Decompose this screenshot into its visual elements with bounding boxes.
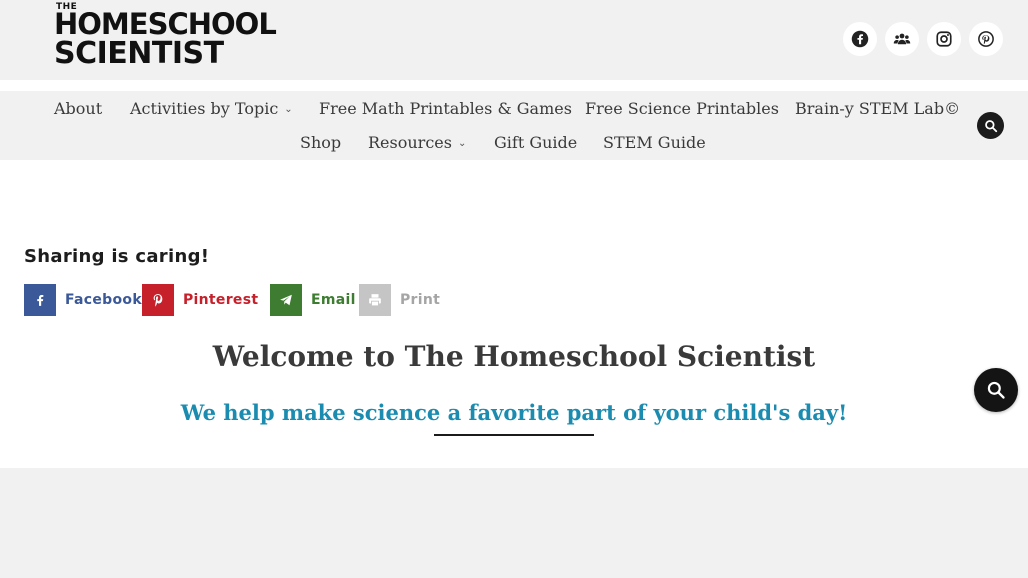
nav-item-free-math-printables[interactable]: Free Math Printables & Games <box>319 99 572 118</box>
share-pinterest-button[interactable]: Pinterest <box>142 284 258 316</box>
nav-item-about[interactable]: About <box>54 99 102 118</box>
chevron-down-icon: ⌄ <box>457 138 467 149</box>
nav-item-resources[interactable]: Resources ⌄ <box>368 133 466 152</box>
share-label: Facebook <box>65 292 142 308</box>
search-icon <box>987 381 1005 399</box>
email-icon <box>270 284 302 316</box>
logo-line-2: SCIENTIST <box>54 36 224 71</box>
pinterest-icon <box>978 31 994 47</box>
page-title: Welcome to The Homeschool Scientist <box>212 340 816 373</box>
share-label: Pinterest <box>183 292 259 308</box>
facebook-icon <box>851 30 869 48</box>
header-divider <box>0 80 1028 91</box>
share-email-button[interactable]: Email <box>270 284 356 316</box>
chevron-down-icon: ⌄ <box>284 104 293 115</box>
facebook-group-social-link[interactable] <box>885 22 919 56</box>
print-icon <box>359 284 391 316</box>
nav-item-label: Activities by Topic <box>130 99 279 118</box>
main-navigation: About Activities by Topic ⌄ Free Math Pri… <box>0 91 1028 160</box>
nav-item-gift-guide[interactable]: Gift Guide <box>494 133 577 152</box>
nav-item-free-science-printables[interactable]: Free Science Printables <box>585 99 779 118</box>
share-facebook-button[interactable]: Facebook <box>24 284 142 316</box>
floating-search-button[interactable] <box>974 368 1018 412</box>
content-band <box>0 468 1028 578</box>
share-label: Print <box>400 292 441 308</box>
share-heading: Sharing is caring! <box>24 246 210 267</box>
search-button[interactable] <box>977 112 1004 139</box>
nav-item-label: Resources <box>368 133 452 152</box>
facebook-icon <box>24 284 56 316</box>
facebook-social-link[interactable] <box>843 22 877 56</box>
search-icon <box>984 119 997 132</box>
pinterest-icon <box>142 284 174 316</box>
nav-item-brainy-stem-lab[interactable]: Brain-y STEM Lab© <box>795 99 960 118</box>
share-label: Email <box>311 292 356 308</box>
share-print-button[interactable]: Print <box>359 284 440 316</box>
title-underline-divider <box>434 434 594 436</box>
pinterest-social-link[interactable] <box>969 22 1003 56</box>
top-header: THE HOMESCHOOL SCIENTIST <box>0 0 1028 80</box>
nav-item-shop[interactable]: Shop <box>300 133 341 152</box>
nav-item-activities-by-topic[interactable]: Activities by Topic ⌄ <box>130 99 293 118</box>
site-logo[interactable]: THE HOMESCHOOL SCIENTIST <box>54 0 277 72</box>
tagline: We help make science a favorite part of … <box>180 400 848 425</box>
group-icon <box>893 33 911 45</box>
nav-item-stem-guide[interactable]: STEM Guide <box>603 133 706 152</box>
instagram-social-link[interactable] <box>927 22 961 56</box>
instagram-icon <box>936 31 952 47</box>
